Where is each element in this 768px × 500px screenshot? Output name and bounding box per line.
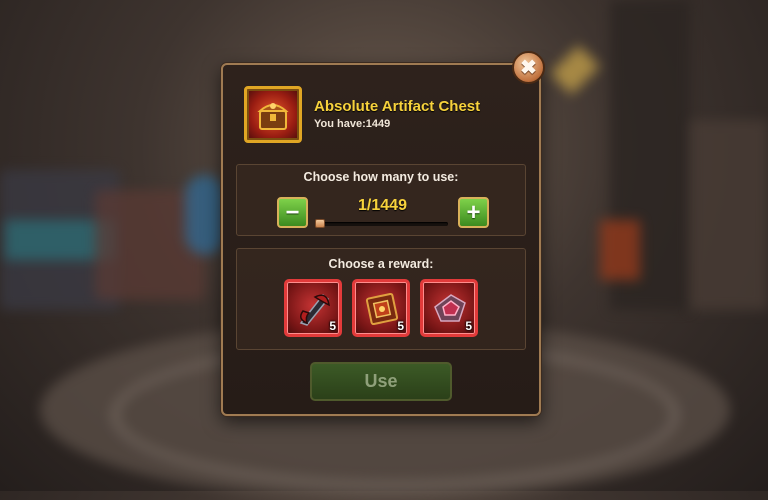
reward-option[interactable]: 5 [284,279,342,337]
artifact-chest-icon [244,86,302,143]
close-button[interactable]: ✖ [512,51,545,84]
background-banner [600,220,640,280]
quantity-value: 1/1449 [358,197,407,214]
reward-count: 5 [465,319,472,333]
background-sign [550,45,600,95]
plus-icon: + [466,198,481,226]
use-button[interactable]: Use [310,362,452,401]
close-icon: ✖ [520,56,537,79]
decrease-button[interactable]: − [277,197,308,228]
reward-option[interactable]: 5 [420,279,478,337]
background-portal [185,175,225,255]
quantity-label: Choose how many to use: [303,170,459,184]
increase-button[interactable]: + [458,197,489,228]
reward-option[interactable]: 5 [352,279,410,337]
slider-handle[interactable] [315,219,325,228]
minus-icon: − [285,198,300,226]
reward-label: Choose a reward: [328,257,434,271]
background-tower [690,120,768,310]
reward-count: 5 [397,319,404,333]
owned-count: You have:1449 [314,118,391,130]
quantity-slider[interactable] [315,222,448,226]
item-title: Absolute Artifact Chest [314,98,481,115]
reward-count: 5 [329,319,336,333]
